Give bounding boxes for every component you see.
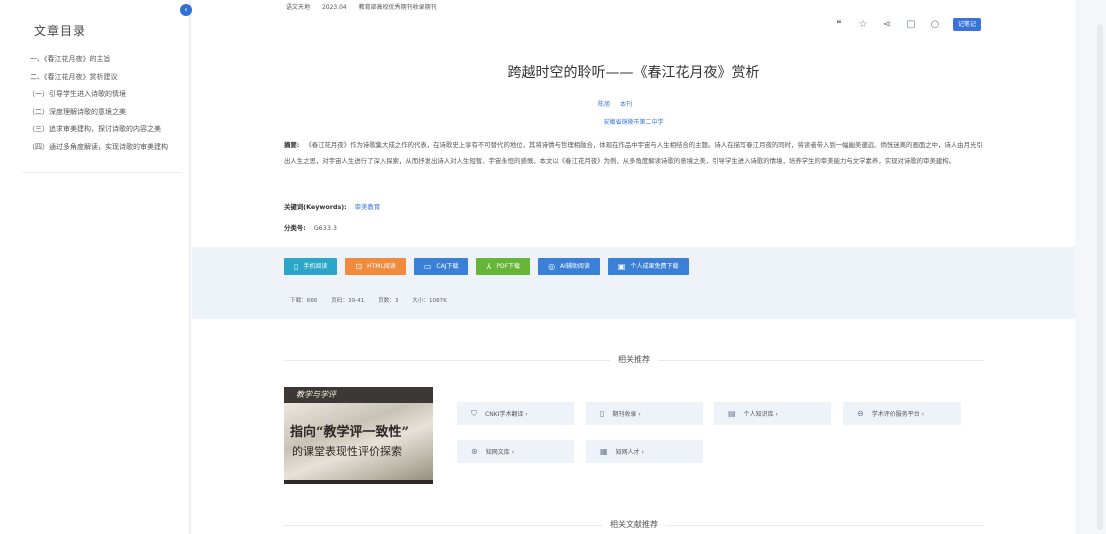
tag-library[interactable]: ⊛ 知网文库 ›: [457, 440, 574, 463]
page-count: 页数：3: [378, 298, 399, 304]
related-docs-title: 相关文献推荐: [602, 520, 666, 529]
quote-icon[interactable]: ❝: [833, 19, 845, 31]
related-docs-header: 相关文献推荐: [284, 519, 984, 531]
tag-evaluation-platform[interactable]: ⊖ 学术评价服务平台 ›: [843, 402, 961, 425]
tag-label: 知网人才: [615, 449, 640, 456]
abstract-label: 摘要:: [284, 141, 300, 149]
classification-row: 分类号: G633.3: [284, 223, 337, 232]
tag-label: CNKI学术翻译: [485, 411, 524, 418]
author-list: 陈旭 本刊: [598, 99, 640, 108]
ai-read-button[interactable]: ◎ AI辅助阅读: [538, 258, 600, 275]
pdf-icon: ⅄: [486, 262, 492, 271]
tag-label: 学术评价服务平台: [871, 411, 920, 418]
toc-item[interactable]: （二）深度理解诗歌的意境之美: [14, 107, 180, 125]
personal-download-button[interactable]: ▣ 个人成果免费下载: [607, 258, 689, 275]
thumbnail-line1: 指向“教学评一致性”: [290, 425, 409, 440]
star-icon[interactable]: ☆: [857, 19, 869, 31]
toc-item[interactable]: （四）通过多角度解读，实现诗歌的审美建构: [14, 142, 180, 160]
html-icon: ⊡: [355, 262, 363, 271]
button-label: PDF下载: [496, 263, 521, 270]
thumbnail-header: 教学与学评: [284, 387, 433, 403]
shield-icon: ⛉: [471, 409, 477, 418]
tag-label: 知网文库: [485, 449, 510, 456]
meta-extra: 教育部高校优秀期刊收录期刊: [358, 4, 437, 11]
book-icon: ▭: [423, 262, 432, 271]
button-label: 个人成果免费下载: [630, 263, 679, 270]
tag-talent[interactable]: ▦ 知网人才 ›: [586, 440, 703, 463]
library-icon: ▤: [728, 409, 736, 418]
download-buttons: ▯ 手机阅读 ⊡ HTML阅读 ▭ CAJ下载 ⅄ PDF下载 ◎ AI辅助阅读 ▣ 个人成…: [284, 258, 689, 275]
page-scrollbar[interactable]: [1097, 24, 1103, 530]
tag-label: 个人知识库: [743, 411, 774, 418]
toc-sidebar: 文章目录 一、《春江花月夜》的主旨 二、《春江花月夜》赏析建议 （一）引导学生进…: [0, 0, 192, 534]
author-link[interactable]: 本刊: [620, 101, 632, 108]
toc-item[interactable]: （一）引导学生进入诗歌的情境: [14, 89, 180, 107]
platform-icon: ⊖: [857, 409, 864, 418]
author-organization[interactable]: 安徽省铜陵市第二中学: [192, 117, 1075, 126]
main-content: 语文天地 2023.04 教育部高校优秀期刊收录期刊 ❝ ☆ ⋖ ▢ ○ 记笔记…: [192, 0, 1075, 534]
button-label: 手机阅读: [303, 263, 328, 270]
article-title: 跨越时空的聆听——《春江花月夜》赏析: [507, 65, 760, 81]
article-toolbar: ❝ ☆ ⋖ ▢ ○ 记笔记: [833, 18, 981, 31]
meta-source[interactable]: 语文天地: [286, 4, 310, 11]
abstract-text: 《春江花月夜》作为诗歌集大成之作的代表，在诗歌史上享有不可替代的地位，其将诗情与…: [284, 141, 983, 165]
keywords-row: 关键词(Keywords): 审美教育: [284, 202, 380, 211]
html-read-button[interactable]: ⊡ HTML阅读: [345, 258, 406, 275]
toc-item[interactable]: 二、《春江花月夜》赏析建议: [30, 72, 180, 90]
toc-item[interactable]: （三）追求审美建构，探讨诗歌的内容之美: [14, 124, 180, 142]
toc-item[interactable]: 一、《春江花月夜》的主旨: [30, 54, 180, 72]
mobile-read-button[interactable]: ▯ 手机阅读: [284, 258, 338, 275]
ai-icon: ◎: [548, 262, 556, 271]
chevron-left-icon[interactable]: ‹: [180, 4, 192, 16]
toc-list: 一、《春江花月夜》的主旨 二、《春江花月夜》赏析建议 （一）引导学生进入诗歌的情…: [28, 54, 180, 159]
tag-personal-library[interactable]: ▤ 个人知识库 ›: [714, 402, 831, 425]
pdf-download-button[interactable]: ⅄ PDF下载: [476, 258, 531, 275]
article-meta: 语文天地 2023.04 教育部高校优秀期刊收录期刊: [286, 2, 447, 11]
classification-label: 分类号:: [284, 224, 306, 232]
note-button[interactable]: 记笔记: [952, 18, 981, 31]
button-label: AI辅助阅读: [560, 263, 590, 270]
classification-value: G633.3: [313, 224, 337, 232]
download-icon: ▣: [617, 262, 626, 271]
docs-icon: ⊛: [471, 447, 478, 456]
download-count: 下载：666: [290, 298, 318, 304]
info-icon[interactable]: ○: [929, 19, 941, 31]
thumbnail-line2: 的课堂表现性评价探索: [292, 445, 402, 458]
share-icon[interactable]: ⋖: [881, 19, 893, 31]
person-icon: ▦: [600, 447, 608, 456]
button-label: HTML阅读: [367, 263, 396, 270]
tag-label: 期刊收录: [612, 411, 637, 418]
caj-download-button[interactable]: ▭ CAJ下载: [413, 258, 469, 275]
toc-title: 文章目录: [34, 24, 87, 38]
abstract: 摘要: 《春江花月夜》作为诗歌集大成之作的代表，在诗歌史上享有不可替代的地位，其将…: [284, 137, 988, 169]
keyword-link[interactable]: 审美教育: [355, 203, 381, 211]
related-header: 相关推荐: [284, 354, 984, 366]
button-label: CAJ下载: [436, 263, 459, 270]
author-link[interactable]: 陈旭: [598, 101, 610, 108]
book-icon: ▯: [600, 409, 605, 418]
download-band: ▯ 手机阅读 ⊡ HTML阅读 ▭ CAJ下载 ⅄ PDF下载 ◎ AI辅助阅读 ▣ 个人成…: [192, 247, 1075, 319]
related-title: 相关推荐: [610, 355, 658, 364]
tag-cnki-translate[interactable]: ⛉ CNKI学术翻译 ›: [457, 402, 574, 425]
phone-icon: ▯: [294, 262, 299, 271]
keywords-label: 关键词(Keywords):: [284, 203, 347, 211]
meta-date: 2023.04: [321, 4, 347, 11]
toc-divider: [22, 172, 182, 173]
article-stats: 下载：666 页码：39-41 页数：3 大小：1087K: [290, 296, 459, 304]
page-range: 页码：39-41: [331, 298, 365, 304]
print-icon[interactable]: ▢: [905, 19, 917, 31]
file-size: 大小：1087K: [412, 298, 447, 304]
recommended-thumbnail[interactable]: 教学与学评 指向“教学评一致性” 的课堂表现性评价探索: [284, 387, 433, 484]
tag-journal[interactable]: ▯ 期刊收录 ›: [586, 402, 703, 425]
